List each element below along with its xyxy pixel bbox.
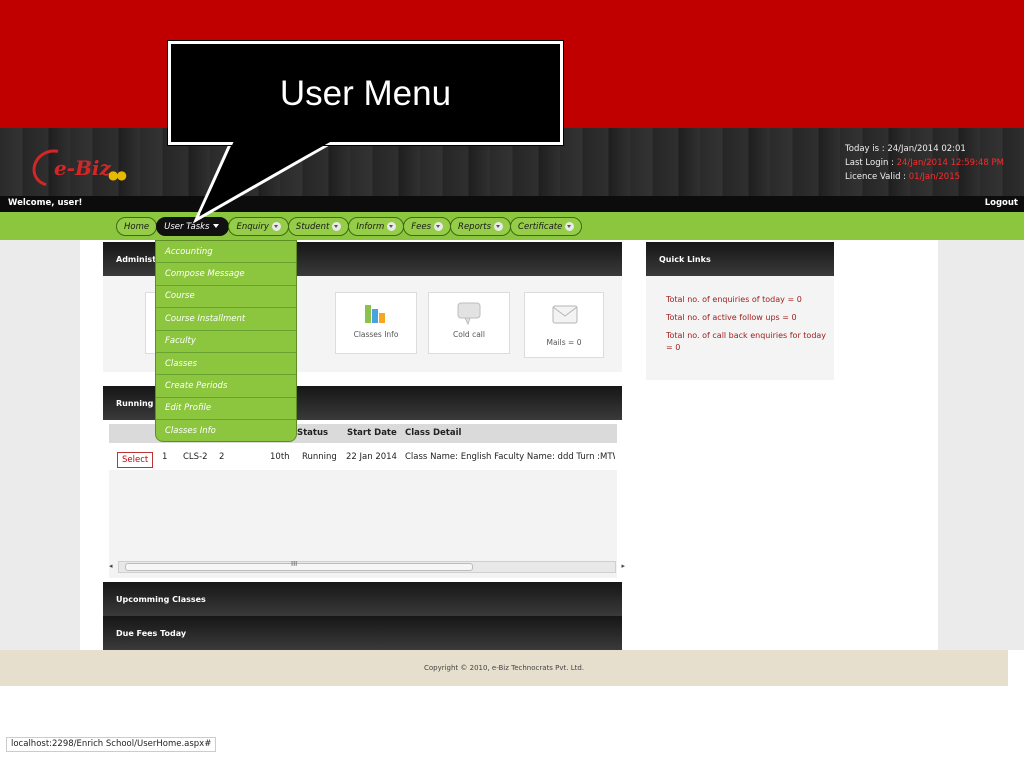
col-status: Status — [297, 428, 329, 438]
menu-item-course[interactable]: Course — [156, 286, 296, 309]
menu-item-classes[interactable]: Classes — [156, 353, 296, 376]
scroll-left-icon[interactable]: ◂ — [109, 562, 113, 570]
mail-icon — [552, 305, 578, 324]
quick-link-follow-ups[interactable]: Total no. of active follow ups = 0 — [646, 312, 834, 324]
menu-item-accounting[interactable]: Accounting — [156, 241, 296, 264]
quick-links-title: Quick Links — [646, 242, 834, 276]
tile-classes-info[interactable]: Classes Info — [335, 292, 417, 354]
quick-link-call-back[interactable]: Total no. of call back enquiries for tod… — [646, 330, 834, 354]
callout-pointer-cover — [200, 141, 332, 214]
user-tasks-dropdown: Accounting Compose Message Course Course… — [155, 240, 297, 442]
status-bar-url: localhost:2298/Enrich School/UserHome.as… — [6, 737, 217, 752]
books-icon — [365, 303, 387, 323]
tile-mails[interactable]: Mails = 0 — [524, 292, 604, 358]
col-start-date: Start Date — [347, 428, 397, 438]
menu-item-faculty[interactable]: Faculty — [156, 331, 296, 353]
running-classes-panel: Status Start Date Class Detail Select 1 … — [103, 420, 622, 580]
menu-item-compose-message[interactable]: Compose Message — [156, 263, 296, 286]
footer: Copyright © 2010, e-Biz Technocrats Pvt.… — [0, 650, 1008, 686]
scrollbar-thumb[interactable] — [125, 563, 473, 571]
menu-item-classes-info[interactable]: Classes Info — [156, 420, 296, 442]
select-button[interactable]: Select — [117, 452, 154, 468]
quick-links-panel: Total no. of enquiries of today = 0 Tota… — [646, 276, 834, 380]
screen: e-Biz ●● Today is : 24/Jan/2014 02:01 La… — [0, 0, 1024, 768]
tile-cold-call[interactable]: Cold call — [428, 292, 510, 354]
speech-bubble-icon — [457, 302, 481, 326]
horizontal-scrollbar[interactable]: ◂ III ▸ — [109, 560, 625, 573]
scroll-right-icon[interactable]: ▸ — [621, 562, 625, 570]
upcoming-classes-title[interactable]: Upcomming Classes — [103, 582, 622, 616]
table-row: Select 1 CLS-2 2 10th Running 22 Jan 201… — [109, 448, 617, 468]
scrollbar-grip: III — [291, 560, 298, 568]
quick-link-enquiries[interactable]: Total no. of enquiries of today = 0 — [646, 294, 834, 306]
copyright-text: Copyright © 2010, e-Biz Technocrats Pvt.… — [423, 664, 585, 672]
menu-item-course-installment[interactable]: Course Installment — [156, 308, 296, 331]
menu-item-create-periods[interactable]: Create Periods — [156, 375, 296, 398]
col-class-detail: Class Detail — [405, 428, 462, 438]
menu-item-edit-profile[interactable]: Edit Profile — [156, 398, 296, 421]
due-fees-title[interactable]: Due Fees Today — [103, 616, 622, 650]
